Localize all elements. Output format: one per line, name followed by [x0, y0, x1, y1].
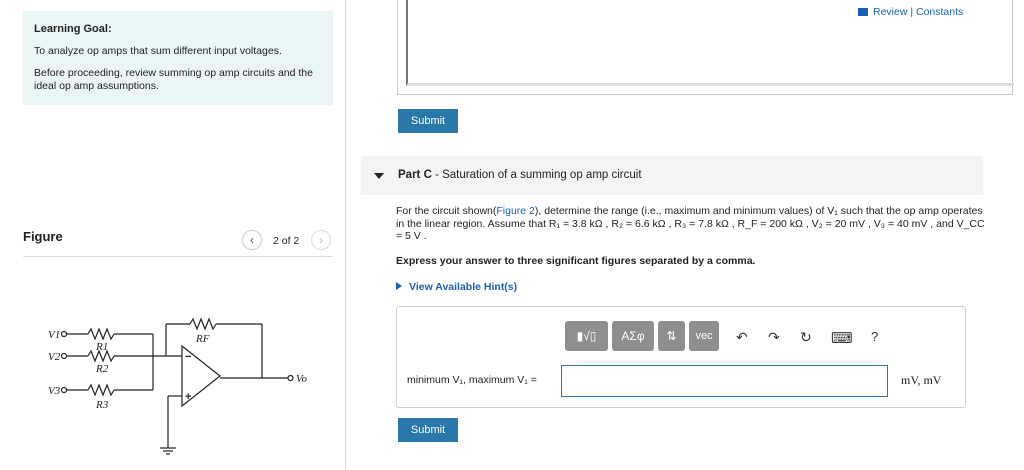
part-c-label: Part C [398, 169, 432, 181]
greek-symbols-button[interactable]: ΑΣφ [612, 321, 654, 351]
previous-answer-box [397, 0, 1014, 95]
answer-units: mV, mV [901, 373, 942, 387]
arrows-button[interactable]: ⇅ [658, 321, 685, 351]
learning-goal-title: Learning Goal: [34, 23, 112, 35]
expand-triangle-icon [396, 282, 402, 290]
templates-button[interactable]: ▮√▯ [565, 321, 608, 351]
summing-op-amp-circuit: V1 V2 V3 R1 R2 R3 RF Vo − + [48, 317, 308, 455]
opamp-inverting-sign: − [185, 351, 191, 363]
undo-icon[interactable]: ↶ [736, 329, 748, 346]
answer-label: minimum V₁, maximum V₁ = [407, 374, 537, 386]
circuit-label-r3: R3 [95, 399, 109, 411]
learning-goal-review-text: Before proceeding, review summing op amp… [34, 67, 313, 92]
help-icon[interactable]: ? [871, 329, 878, 344]
reset-icon[interactable]: ↻ [800, 329, 812, 346]
submit-button-part-c[interactable]: Submit [398, 418, 458, 442]
chevron-left-icon[interactable]: ‹ [242, 230, 262, 250]
learning-goal-text: To analyze op amps that sum different in… [34, 45, 282, 57]
keyboard-icon[interactable]: ⌨ [831, 329, 853, 347]
answer-input[interactable] [561, 365, 888, 397]
answer-panel: ▮√▯ ΑΣφ ⇅ vec ↶ ↷ ↻ ⌨ ? minimum V₁, maxi… [396, 306, 966, 408]
circuit-label-vo: Vo [296, 373, 308, 385]
opamp-noninverting-sign: + [185, 391, 191, 403]
answer-instruction: Express your answer to three significant… [396, 255, 756, 267]
view-hints-link[interactable]: View Available Hint(s) [396, 281, 517, 293]
figure-divider [23, 256, 333, 257]
circuit-label-v1: V1 [48, 329, 60, 341]
circuit-label-v3: V3 [48, 385, 61, 397]
vector-button[interactable]: vec [689, 321, 719, 351]
problem-text-start: For the circuit shown( [396, 205, 497, 217]
redo-icon[interactable]: ↷ [768, 329, 780, 346]
collapse-triangle-icon [374, 173, 384, 179]
circuit-label-rf: RF [195, 333, 210, 345]
chevron-right-icon[interactable]: › [311, 230, 331, 250]
part-c-title: Part C - Saturation of a summing op amp … [398, 169, 642, 181]
figure-label: Figure [23, 229, 63, 244]
previous-answer-input[interactable] [406, 0, 1014, 86]
learning-goal-box: Learning Goal: To analyze op amps that s… [23, 11, 333, 105]
part-c-header[interactable]: Part C - Saturation of a summing op amp … [361, 156, 983, 195]
circuit-label-r2: R2 [95, 363, 109, 375]
circuit-label-v2: V2 [48, 351, 61, 363]
problem-statement: For the circuit shown(Figure 2), determi… [396, 205, 986, 243]
figure-page-indicator: 2 of 2 [273, 235, 300, 247]
left-pane: Learning Goal: To analyze op amps that s… [0, 0, 346, 470]
part-c-title-text: - Saturation of a summing op amp circuit [431, 169, 642, 181]
submit-button-part-b[interactable]: Submit [398, 109, 458, 133]
figure-link[interactable]: Figure 2 [496, 205, 535, 217]
circuit-label-r1: R1 [95, 341, 108, 353]
view-hints-label: View Available Hint(s) [409, 281, 518, 293]
